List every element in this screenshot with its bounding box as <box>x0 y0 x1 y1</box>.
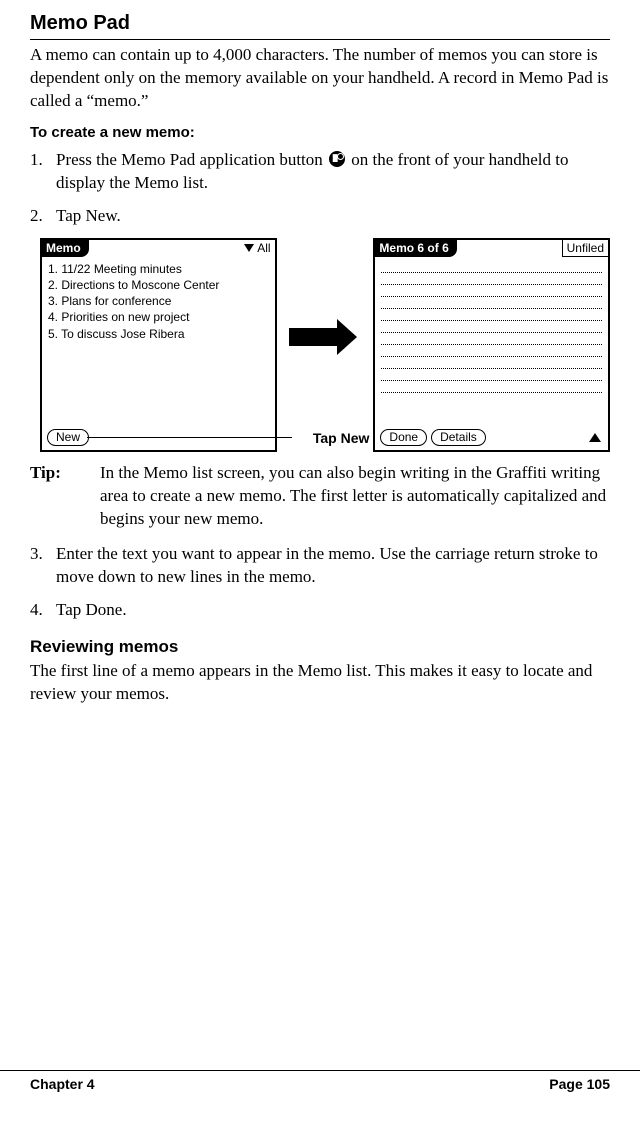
step-3-text: Enter the text you want to appear in the… <box>56 543 610 589</box>
intro-paragraph: A memo can contain up to 4,000 character… <box>30 44 610 113</box>
section-title: Memo Pad <box>30 10 610 40</box>
category-label: Unfiled <box>567 240 604 256</box>
step-3: 3. Enter the text you want to appear in … <box>30 543 610 589</box>
step-1-text-a: Press the Memo Pad application button <box>56 150 327 169</box>
tip-label: Tip: <box>30 462 100 531</box>
step-number: 1. <box>30 149 56 195</box>
memo-text-area[interactable] <box>375 257 608 426</box>
page-footer: Chapter 4 Page 105 <box>0 1070 640 1112</box>
footer-chapter: Chapter 4 <box>30 1075 95 1094</box>
scroll-up-icon[interactable] <box>589 433 601 442</box>
memo-count-tab: Memo 6 of 6 <box>375 240 456 257</box>
reviewing-memos-text: The first line of a memo appears in the … <box>30 660 610 706</box>
reviewing-memos-heading: Reviewing memos <box>30 636 610 659</box>
step-2-text: Tap New. <box>56 205 610 228</box>
memo-pad-icon <box>329 151 345 167</box>
list-item[interactable]: 1. 11/22 Meeting minutes <box>48 261 269 277</box>
category-picker[interactable]: Unfiled <box>562 240 608 257</box>
step-2: 2. Tap New. <box>30 205 610 228</box>
category-picker[interactable]: All <box>244 240 274 257</box>
dropdown-icon <box>244 244 254 252</box>
done-button[interactable]: Done <box>380 429 427 446</box>
step-number: 2. <box>30 205 56 228</box>
callout-tap-new: Tap New <box>313 429 370 448</box>
callout-leader-line <box>87 437 292 438</box>
step-number: 4. <box>30 599 56 622</box>
category-label: All <box>257 240 270 256</box>
list-item[interactable]: 3. Plans for conference <box>48 293 269 309</box>
create-memo-heading: To create a new memo: <box>30 123 610 143</box>
memo-title-tab: Memo <box>42 240 89 257</box>
footer-page: Page 105 <box>549 1075 610 1094</box>
arrow-right-icon <box>289 328 337 346</box>
memo-edit-screenshot: Memo 6 of 6 Unfiled Done Details <box>373 238 610 452</box>
step-4-text: Tap Done. <box>56 599 610 622</box>
transition-arrow-block: Tap New <box>285 240 366 450</box>
tip-text: In the Memo list screen, you can also be… <box>100 462 610 531</box>
step-4: 4. Tap Done. <box>30 599 610 622</box>
step-number: 3. <box>30 543 56 589</box>
list-item[interactable]: 2. Directions to Moscone Center <box>48 277 269 293</box>
new-button[interactable]: New <box>47 429 89 446</box>
step-1: 1. Press the Memo Pad application button… <box>30 149 610 195</box>
memo-list-screenshot: Memo All 1. 11/22 Meeting minutes 2. Dir… <box>40 238 277 452</box>
list-item[interactable]: 5. To discuss Jose Ribera <box>48 326 269 342</box>
tip-block: Tip: In the Memo list screen, you can al… <box>30 462 610 531</box>
details-button[interactable]: Details <box>431 429 486 446</box>
list-item[interactable]: 4. Priorities on new project <box>48 309 269 325</box>
